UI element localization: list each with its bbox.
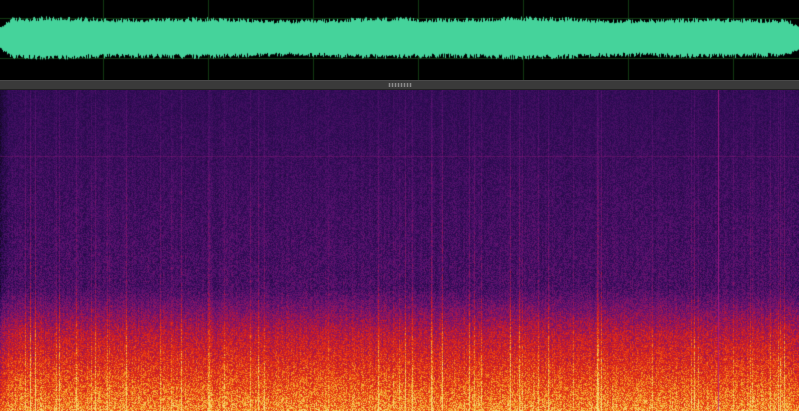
spectrogram-view[interactable] bbox=[0, 90, 799, 411]
view-divider-handle[interactable] bbox=[0, 80, 799, 90]
grip-icon bbox=[387, 83, 412, 87]
spectrogram-canvas[interactable] bbox=[0, 90, 799, 411]
waveform-canvas[interactable] bbox=[0, 0, 799, 80]
audio-editor bbox=[0, 0, 799, 411]
waveform-view[interactable] bbox=[0, 0, 799, 80]
